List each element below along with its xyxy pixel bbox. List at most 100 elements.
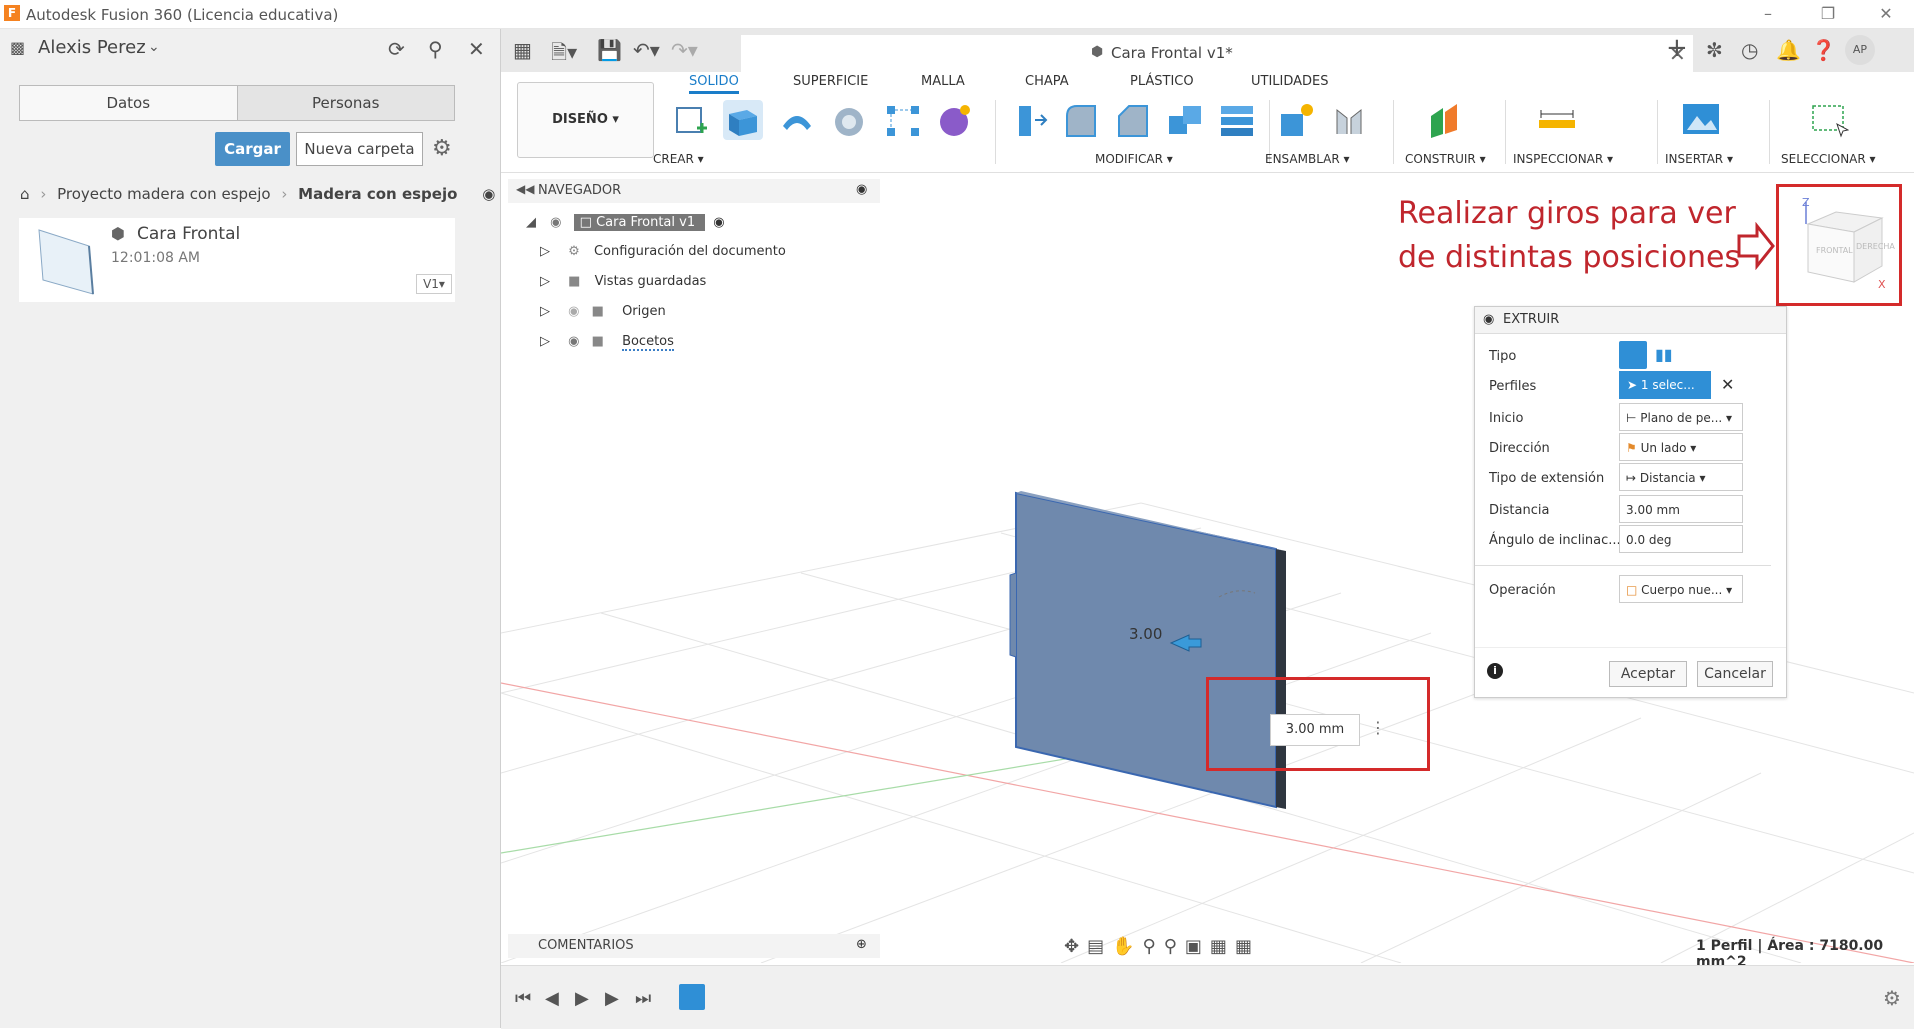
grid-settings-icon[interactable]: ▦ bbox=[1210, 936, 1235, 957]
collapse-dialog-icon[interactable]: ◉ bbox=[1483, 312, 1494, 327]
navigator-minimize-icon[interactable]: ◉ bbox=[856, 182, 867, 197]
tab-malla[interactable]: MALLA bbox=[921, 74, 965, 89]
minimize-button[interactable]: – bbox=[1748, 2, 1788, 26]
step-back-icon[interactable]: ◀ bbox=[545, 988, 559, 1009]
tab-datos[interactable]: Datos bbox=[20, 86, 238, 120]
operation-select[interactable]: □ Cuerpo nue... ▾ bbox=[1619, 575, 1743, 603]
save-icon[interactable]: 💾 bbox=[597, 38, 622, 62]
collapse-navigator-icon[interactable]: ◀◀ bbox=[516, 182, 534, 196]
tab-superficie[interactable]: SUPERFICIE bbox=[793, 74, 868, 89]
tab-chapa[interactable]: CHAPA bbox=[1025, 74, 1069, 89]
more-options-icon[interactable]: ⋮ bbox=[1370, 718, 1386, 737]
pattern-icon[interactable] bbox=[883, 100, 923, 140]
undo-icon[interactable]: ↶▾ bbox=[633, 38, 660, 62]
navigator-item-origin[interactable]: ▷ ◉ ■ Origen bbox=[540, 304, 666, 328]
navigator-item-settings[interactable]: ▷ ⚙ Configuración del documento bbox=[540, 244, 786, 268]
sweep-icon[interactable] bbox=[829, 100, 869, 140]
type-solid-icon[interactable] bbox=[1619, 341, 1647, 369]
notifications-bell-icon[interactable]: 🔔 bbox=[1776, 38, 1801, 62]
group-modificar[interactable]: MODIFICAR ▾ bbox=[1095, 152, 1173, 166]
start-select[interactable]: ⊢ Plano de pe... ▾ bbox=[1619, 403, 1743, 431]
gear-icon[interactable]: ⚙ bbox=[432, 136, 452, 161]
home-icon[interactable]: ⌂ bbox=[20, 185, 30, 203]
visibility-eye-icon[interactable]: ◉ bbox=[568, 334, 579, 349]
triangle-right-icon[interactable]: ▷ bbox=[540, 244, 550, 259]
new-folder-button[interactable]: Nueva carpeta bbox=[296, 132, 423, 166]
help-icon[interactable]: ❓ bbox=[1811, 38, 1836, 62]
orbit-icon[interactable]: ✥ bbox=[1064, 936, 1087, 957]
shell-icon[interactable] bbox=[1165, 100, 1205, 140]
extrude-icon[interactable] bbox=[723, 100, 763, 140]
document-tab[interactable]: ⬢ Cara Frontal v1* ✕ bbox=[741, 35, 1693, 72]
press-pull-icon[interactable] bbox=[1009, 100, 1049, 140]
group-seleccionar[interactable]: SELECCIONAR ▾ bbox=[1781, 152, 1876, 166]
clear-selection-icon[interactable]: ✕ bbox=[1721, 375, 1734, 394]
tab-utilidades[interactable]: UTILIDADES bbox=[1251, 74, 1329, 89]
new-component-icon[interactable] bbox=[1277, 100, 1317, 140]
zoom-icon[interactable]: ⚲ bbox=[1143, 936, 1164, 957]
workspace-dropdown[interactable]: DISEÑO ▾ bbox=[517, 82, 654, 158]
job-status-icon[interactable]: ◷ bbox=[1741, 38, 1758, 62]
measure-icon[interactable] bbox=[1537, 100, 1577, 140]
ok-button[interactable]: Aceptar bbox=[1609, 661, 1687, 687]
group-ensamblar[interactable]: ENSAMBLAR ▾ bbox=[1265, 152, 1350, 166]
profiles-selection-button[interactable]: ➤ 1 selec... bbox=[1619, 371, 1711, 399]
distance-input[interactable]: 3.00 mm bbox=[1619, 495, 1743, 523]
create-sketch-icon[interactable] bbox=[671, 100, 711, 140]
globe-icon[interactable]: ◉ bbox=[482, 185, 495, 203]
distance-manipulator-input[interactable]: 3.00 mm bbox=[1270, 714, 1360, 746]
tab-solido[interactable]: SOLIDO bbox=[689, 74, 739, 94]
viewcube[interactable]: Z X FRONTAL DERECHA bbox=[1796, 196, 1895, 292]
display-settings-icon[interactable]: ▣ bbox=[1185, 936, 1210, 957]
play-icon[interactable]: ▶ bbox=[575, 988, 589, 1009]
navigator-item-sketches[interactable]: ▷ ◉ ■ Bocetos bbox=[540, 334, 674, 358]
cancel-button[interactable]: Cancelar bbox=[1697, 661, 1773, 687]
close-panel-icon[interactable]: ✕ bbox=[468, 37, 485, 61]
joint-icon[interactable] bbox=[1329, 100, 1369, 140]
triangle-right-icon[interactable]: ▷ bbox=[540, 334, 550, 349]
extrude-dialog-header[interactable]: ◉ EXTRUIR bbox=[1475, 307, 1786, 334]
activate-radio-icon[interactable]: ◉ bbox=[713, 215, 724, 230]
insert-image-icon[interactable] bbox=[1681, 100, 1721, 140]
triangle-right-icon[interactable]: ▷ bbox=[540, 274, 550, 289]
timeline-sketch-feature[interactable] bbox=[679, 984, 705, 1010]
file-card[interactable]: ⬢ Cara Frontal 12:01:08 AM V1▾ bbox=[19, 218, 455, 302]
combine-icon[interactable] bbox=[1217, 100, 1257, 140]
pan-hand-icon[interactable]: ✋ bbox=[1112, 936, 1142, 957]
version-badge[interactable]: V1▾ bbox=[416, 274, 452, 294]
data-panel-grid-icon[interactable]: ▦ bbox=[513, 38, 532, 62]
close-window-button[interactable]: ✕ bbox=[1866, 2, 1906, 26]
fit-icon[interactable]: ⚲ bbox=[1164, 936, 1185, 957]
chamfer-icon[interactable] bbox=[1113, 100, 1153, 140]
viewcube-front-label[interactable]: FRONTAL bbox=[1816, 246, 1853, 255]
select-box-icon[interactable] bbox=[1809, 100, 1849, 140]
tab-plastico[interactable]: PLÁSTICO bbox=[1130, 74, 1194, 89]
redo-icon[interactable]: ↷▾ bbox=[671, 38, 698, 62]
go-to-start-icon[interactable]: ⏮ bbox=[515, 988, 531, 1009]
create-form-icon[interactable] bbox=[935, 100, 975, 140]
group-crear[interactable]: CREAR ▾ bbox=[653, 152, 704, 166]
chevron-down-icon[interactable]: ⌄ bbox=[148, 39, 160, 55]
timeline-settings-gear-icon[interactable]: ⚙ bbox=[1883, 986, 1901, 1010]
extent-type-select[interactable]: ↦ Distancia ▾ bbox=[1619, 463, 1743, 491]
type-thin-icon[interactable]: ▮▮ bbox=[1655, 345, 1673, 364]
hidden-eye-icon[interactable]: ◉ bbox=[568, 304, 579, 319]
navigator-item-views[interactable]: ▷ ■ Vistas guardadas bbox=[540, 274, 706, 298]
viewcube-right-label[interactable]: DERECHA bbox=[1856, 242, 1895, 251]
viewports-icon[interactable]: ▦ bbox=[1235, 936, 1260, 957]
file-name[interactable]: Cara Frontal bbox=[137, 224, 240, 244]
taper-angle-input[interactable]: 0.0 deg bbox=[1619, 525, 1743, 553]
visibility-eye-icon[interactable]: ◉ bbox=[550, 215, 561, 230]
user-name-dropdown[interactable]: Alexis Perez bbox=[38, 37, 146, 58]
refresh-icon[interactable]: ⟳ bbox=[388, 37, 405, 61]
group-insertar[interactable]: INSERTAR ▾ bbox=[1665, 152, 1733, 166]
offset-plane-icon[interactable] bbox=[1425, 100, 1465, 140]
fillet-icon[interactable] bbox=[1061, 100, 1101, 140]
go-to-end-icon[interactable]: ⏭ bbox=[635, 988, 651, 1009]
group-construir[interactable]: CONSTRUIR ▾ bbox=[1405, 152, 1486, 166]
upload-button[interactable]: Cargar bbox=[215, 132, 290, 166]
look-at-icon[interactable]: ▤ bbox=[1087, 936, 1112, 957]
restore-button[interactable]: ❐ bbox=[1808, 2, 1848, 26]
extensions-icon[interactable]: ✼ bbox=[1706, 38, 1723, 62]
new-tab-icon[interactable]: + bbox=[1666, 33, 1688, 63]
